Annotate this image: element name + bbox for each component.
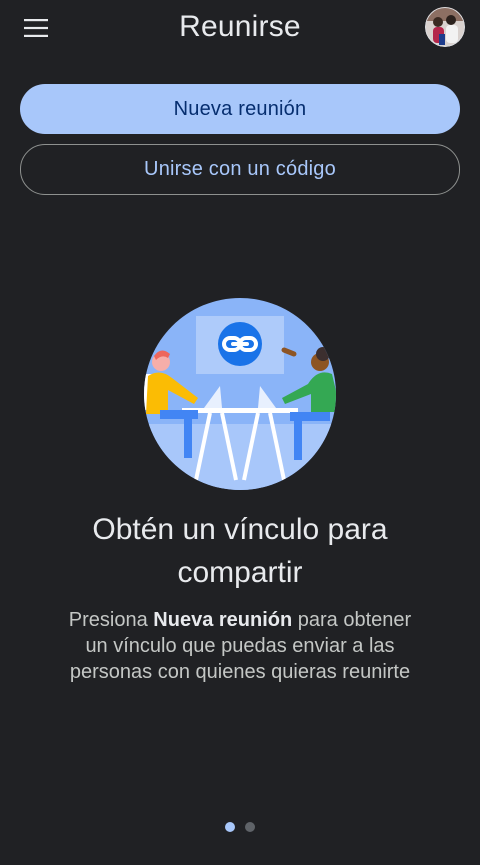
app-header: Reunirse <box>0 0 480 56</box>
onboarding-headline: Obtén un vínculo para compartir <box>92 513 388 589</box>
account-avatar[interactable] <box>425 7 465 47</box>
description-prefix: Presiona <box>68 609 154 631</box>
share-link-illustration <box>144 298 336 490</box>
join-with-code-button[interactable]: Unirse con un código <box>20 144 460 195</box>
onboarding-description: Presiona Nueva reunión para obtener un v… <box>60 607 420 685</box>
description-bold: Nueva reunión <box>153 609 293 631</box>
page-dot-2[interactable] <box>245 822 255 832</box>
page-indicator <box>0 822 480 832</box>
user-avatar-icon <box>425 7 465 47</box>
page-title: Reunirse <box>179 10 301 43</box>
page-dot-1[interactable] <box>225 822 235 832</box>
new-meeting-button[interactable]: Nueva reunión <box>20 84 460 134</box>
meet-home-screen: Reunirse Nueva reunión Unirse con un cód… <box>0 0 480 865</box>
